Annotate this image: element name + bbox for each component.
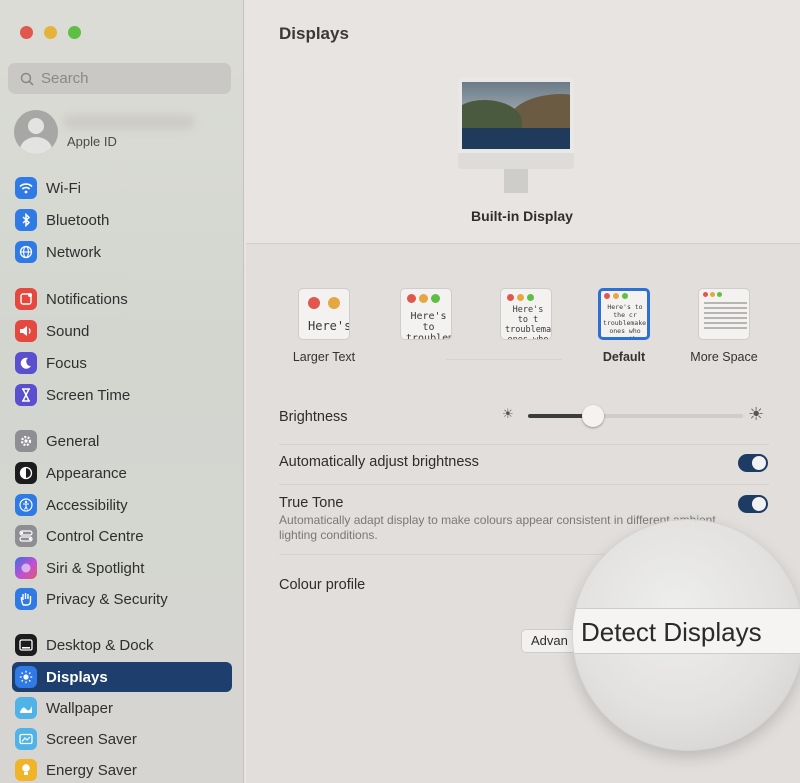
resolution-option-2[interactable]: Here's to troublem: [386, 288, 466, 340]
resolution-thumbnail: [698, 288, 750, 340]
notifications-icon: [15, 288, 37, 310]
accessibility-icon: [15, 494, 37, 516]
detect-displays-button[interactable]: Detect Displays: [573, 608, 800, 654]
sidebar-item-label: Accessibility: [46, 496, 128, 514]
display-name: Built-in Display: [471, 208, 573, 224]
zoom-window-button[interactable]: [68, 26, 81, 39]
bluetooth-icon: [15, 209, 37, 231]
true-tone-label: True Tone: [279, 495, 344, 511]
sidebar-item-appearance[interactable]: Appearance: [12, 458, 232, 488]
sidebar-item-label: Screen Time: [46, 386, 131, 404]
appearance-icon: [15, 462, 37, 484]
magnified-detect-displays-callout: Detect Displays: [573, 520, 800, 750]
auto-brightness-label: Automatically adjust brightness: [279, 454, 479, 470]
sidebar-item-label: Focus: [46, 354, 87, 372]
sidebar-item-screen-time[interactable]: Screen Time: [12, 380, 232, 410]
divider: [279, 484, 769, 485]
resolution-option-more-space[interactable]: More Space: [684, 288, 764, 364]
sidebar-item-privacy-security[interactable]: Privacy & Security: [12, 584, 232, 614]
gear-icon: [15, 430, 37, 452]
resolution-option-3[interactable]: Here's to t troublema ones who: [486, 288, 566, 340]
sidebar-item-notifications[interactable]: Notifications: [12, 284, 232, 314]
hand-icon: [15, 588, 37, 610]
auto-brightness-toggle[interactable]: [738, 454, 768, 472]
resolution-option-larger-text[interactable]: Here's Larger Text: [284, 288, 364, 364]
sidebar-item-energy-saver[interactable]: Energy Saver: [12, 755, 232, 783]
resolution-thumbnail-selected: Here's to the cr troublemakers. ones who…: [598, 288, 650, 340]
resolution-label: More Space: [690, 350, 758, 364]
sidebar-item-label: Sound: [46, 322, 90, 340]
wallpaper-icon: [15, 697, 37, 719]
focus-moon-icon: [15, 352, 37, 374]
search-icon: [20, 72, 34, 86]
sidebar-item-wallpaper[interactable]: Wallpaper: [12, 693, 232, 723]
sidebar: Search Apple ID Wi-Fi Bluetooth Network …: [0, 0, 244, 783]
hourglass-icon: [15, 384, 37, 406]
resolution-thumbnail: Here's: [298, 288, 350, 340]
resolution-label: Default: [602, 350, 646, 364]
screen-saver-icon: [15, 728, 37, 750]
sidebar-item-bluetooth[interactable]: Bluetooth: [12, 205, 232, 235]
minimize-window-button[interactable]: [44, 26, 57, 39]
sidebar-item-label: Energy Saver: [46, 761, 137, 779]
blurred-user-name: [64, 115, 194, 129]
close-window-button[interactable]: [20, 26, 33, 39]
sidebar-item-label: Screen Saver: [46, 730, 137, 748]
sidebar-item-label: Privacy & Security: [46, 590, 168, 608]
sound-icon: [15, 320, 37, 342]
wifi-icon: [15, 177, 37, 199]
sidebar-item-label: Network: [46, 243, 102, 261]
sidebar-item-focus[interactable]: Focus: [12, 348, 232, 378]
sidebar-item-displays[interactable]: Displays: [12, 662, 232, 692]
brightness-slider[interactable]: [528, 405, 743, 427]
sidebar-item-accessibility[interactable]: Accessibility: [12, 490, 232, 520]
sidebar-item-sound[interactable]: Sound: [12, 316, 232, 346]
monitor-stand: [504, 169, 528, 193]
sidebar-item-label: Notifications: [46, 290, 128, 308]
sidebar-item-label: Wi-Fi: [46, 179, 81, 197]
resolution-label: Larger Text: [292, 350, 356, 364]
sidebar-item-siri-spotlight[interactable]: Siri & Spotlight: [12, 553, 232, 583]
window-controls: [20, 26, 81, 39]
system-settings-window: Search Apple ID Wi-Fi Bluetooth Network …: [0, 0, 800, 783]
sidebar-item-label: Desktop & Dock: [46, 636, 154, 654]
divider: [279, 444, 769, 445]
sidebar-item-desktop-dock[interactable]: Desktop & Dock: [12, 630, 232, 660]
true-tone-toggle[interactable]: [738, 495, 768, 513]
bulb-icon: [15, 759, 37, 781]
sidebar-item-wifi[interactable]: Wi-Fi: [12, 173, 232, 203]
dock-icon: [15, 634, 37, 656]
page-title: Displays: [279, 24, 349, 43]
resolution-slider-line: [446, 359, 562, 360]
apple-id-item[interactable]: Apple ID: [14, 110, 234, 154]
search-input[interactable]: Search: [8, 63, 231, 94]
sidebar-item-label: Wallpaper: [46, 699, 113, 717]
display-preview: [456, 78, 576, 198]
display-wallpaper-image: [458, 78, 574, 153]
sidebar-item-label: Bluetooth: [46, 211, 110, 229]
resolution-thumbnail: Here's to t troublema ones who: [500, 288, 552, 340]
resolution-option-default[interactable]: Here's to the cr troublemakers. ones who…: [584, 288, 664, 364]
sidebar-item-control-centre[interactable]: Control Centre: [12, 521, 232, 551]
search-placeholder: Search: [41, 70, 89, 87]
sidebar-item-general[interactable]: General: [12, 426, 232, 456]
sidebar-item-label: General: [46, 432, 100, 450]
displays-sun-icon: [15, 666, 37, 688]
network-globe-icon: [15, 241, 37, 263]
sidebar-item-label: Control Centre: [46, 527, 144, 545]
control-centre-icon: [15, 525, 37, 547]
sidebar-item-label: Siri & Spotlight: [46, 559, 145, 577]
brightness-low-icon: ☀: [502, 406, 514, 421]
sidebar-item-network[interactable]: Network: [12, 237, 232, 267]
resolution-thumbnail: Here's to troublem: [400, 288, 452, 340]
apple-id-label: Apple ID: [67, 134, 117, 149]
brightness-slider-knob[interactable]: [581, 405, 604, 427]
sidebar-item-screen-saver[interactable]: Screen Saver: [12, 724, 232, 754]
siri-icon: [15, 557, 37, 579]
avatar: [14, 110, 58, 154]
sidebar-item-label: Displays: [46, 668, 108, 686]
sidebar-item-label: Appearance: [46, 464, 127, 482]
brightness-high-icon: ☀: [748, 404, 765, 424]
